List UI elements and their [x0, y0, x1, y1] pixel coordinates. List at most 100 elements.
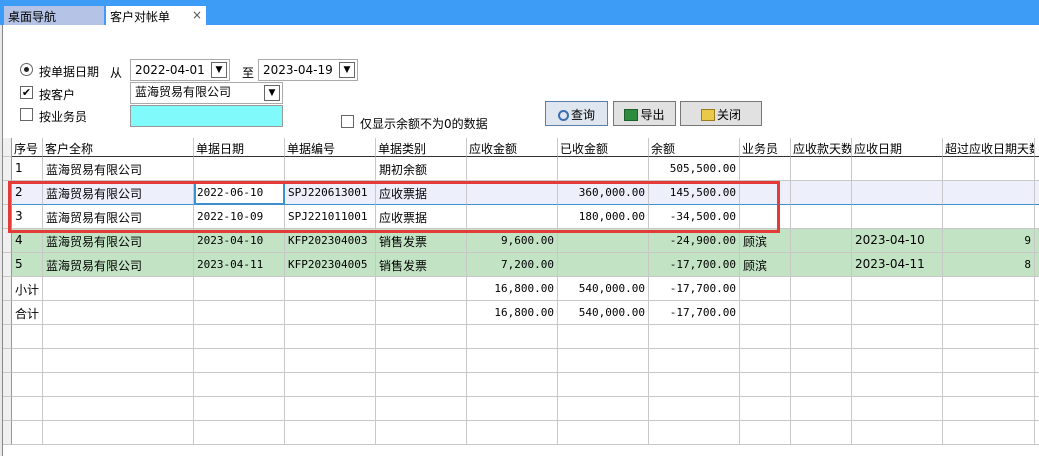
cell-customer[interactable]: 蓝海贸易有限公司 — [43, 253, 194, 277]
nonzero-only-checkbox[interactable] — [341, 115, 354, 128]
cell-received[interactable]: 360,000.00 — [558, 181, 649, 205]
cell-salesman[interactable] — [740, 181, 791, 205]
cell-balance[interactable]: -17,700.00 — [649, 301, 740, 325]
cell-overdue-days[interactable] — [943, 325, 1035, 349]
row-indicator[interactable] — [3, 181, 12, 205]
cell-salesman[interactable]: 顾滨 — [740, 253, 791, 277]
close-button[interactable]: 关闭 — [680, 101, 762, 126]
cell-extra[interactable] — [1035, 229, 1039, 253]
column-header-seq[interactable]: 序号 — [12, 138, 43, 157]
cell-received[interactable] — [558, 397, 649, 421]
row-indicator[interactable] — [3, 277, 12, 301]
cell-doc-no[interactable]: KFP202304005 — [285, 253, 376, 277]
cell-balance[interactable] — [649, 421, 740, 445]
cell-seq[interactable] — [12, 349, 43, 373]
table-row[interactable]: 3 蓝海贸易有限公司 2022-10-09 SPJ221011001 应收票据 180,0… — [3, 205, 1039, 229]
cell-date[interactable]: 2022-06-10 — [194, 181, 285, 205]
cell-extra[interactable] — [1035, 397, 1039, 421]
chevron-down-icon[interactable]: ▼ — [211, 62, 227, 78]
cell-received[interactable] — [558, 349, 649, 373]
cell-customer[interactable] — [43, 277, 194, 301]
cell-due-date[interactable] — [852, 349, 943, 373]
cell-doc-no[interactable] — [285, 157, 376, 181]
column-header-customer[interactable]: 客户全称 — [43, 138, 194, 157]
cell-balance[interactable]: -17,700.00 — [649, 253, 740, 277]
empty-row[interactable] — [3, 373, 1039, 397]
column-header-doc-type[interactable]: 单据类别 — [376, 138, 467, 157]
cell-overdue-days[interactable] — [943, 373, 1035, 397]
cell-receivable[interactable] — [467, 421, 558, 445]
column-header-doc-no[interactable]: 单据编号 — [285, 138, 376, 157]
cell-customer[interactable] — [43, 397, 194, 421]
cell-doc-type[interactable] — [376, 301, 467, 325]
table-row[interactable]: 小计 16,800.00 540,000.00 -17,700.00 — [3, 277, 1039, 301]
column-header-receivable[interactable]: 应收金额 — [467, 138, 558, 157]
cell-overdue-days[interactable]: 9 — [943, 229, 1035, 253]
chevron-down-icon[interactable]: ▼ — [264, 85, 280, 101]
cell-doc-no[interactable] — [285, 325, 376, 349]
cell-balance[interactable] — [649, 349, 740, 373]
cell-salesman[interactable] — [740, 301, 791, 325]
cell-extra[interactable] — [1035, 205, 1039, 229]
cell-date[interactable] — [194, 325, 285, 349]
from-date-picker[interactable]: 2022-04-01 ▼ — [130, 59, 230, 81]
cell-due-date[interactable] — [852, 205, 943, 229]
cell-extra[interactable] — [1035, 301, 1039, 325]
chevron-down-icon[interactable]: ▼ — [339, 62, 355, 78]
row-indicator[interactable] — [3, 325, 12, 349]
cell-seq[interactable] — [12, 421, 43, 445]
cell-seq[interactable]: 小计 — [12, 277, 43, 301]
row-indicator[interactable] — [3, 301, 12, 325]
empty-row[interactable] — [3, 325, 1039, 349]
tab-desktop-nav[interactable]: 桌面导航 — [4, 6, 104, 25]
cell-date[interactable]: 2022-10-09 — [194, 205, 285, 229]
cell-doc-no[interactable]: KFP202304003 — [285, 229, 376, 253]
column-header-due-date[interactable]: 应收日期 — [852, 138, 943, 157]
by-date-radio[interactable] — [20, 63, 33, 76]
cell-due-date[interactable] — [852, 301, 943, 325]
cell-overdue-days[interactable] — [943, 277, 1035, 301]
cell-doc-type[interactable] — [376, 421, 467, 445]
cell-due-date[interactable] — [852, 325, 943, 349]
cell-days[interactable] — [791, 157, 852, 181]
cell-days[interactable] — [791, 421, 852, 445]
cell-received[interactable]: 540,000.00 — [558, 277, 649, 301]
cell-overdue-days[interactable] — [943, 181, 1035, 205]
cell-days[interactable] — [791, 181, 852, 205]
cell-seq[interactable] — [12, 397, 43, 421]
empty-row[interactable] — [3, 397, 1039, 421]
cell-doc-type[interactable] — [376, 325, 467, 349]
empty-row[interactable] — [3, 421, 1039, 445]
column-header-received[interactable]: 已收金额 — [558, 138, 649, 157]
cell-overdue-days[interactable] — [943, 421, 1035, 445]
cell-due-date[interactable] — [852, 181, 943, 205]
cell-received[interactable] — [558, 157, 649, 181]
cell-received[interactable]: 540,000.00 — [558, 301, 649, 325]
cell-customer[interactable] — [43, 373, 194, 397]
table-row[interactable]: 2 蓝海贸易有限公司 2022-06-10 SPJ220613001 应收票据 360,0… — [3, 181, 1039, 205]
cell-days[interactable] — [791, 253, 852, 277]
cell-doc-type[interactable]: 销售发票 — [376, 229, 467, 253]
row-indicator[interactable] — [3, 373, 12, 397]
cell-receivable[interactable]: 16,800.00 — [467, 301, 558, 325]
cell-date[interactable] — [194, 421, 285, 445]
column-header-balance[interactable]: 余额 — [649, 138, 740, 157]
cell-receivable[interactable] — [467, 205, 558, 229]
by-salesman-checkbox[interactable] — [20, 108, 33, 121]
cell-overdue-days[interactable] — [943, 397, 1035, 421]
cell-overdue-days[interactable] — [943, 157, 1035, 181]
cell-date[interactable] — [194, 157, 285, 181]
cell-receivable[interactable] — [467, 181, 558, 205]
row-indicator[interactable] — [3, 157, 12, 181]
cell-salesman[interactable] — [740, 397, 791, 421]
cell-doc-no[interactable]: SPJ220613001 — [285, 181, 376, 205]
cell-extra[interactable] — [1035, 181, 1039, 205]
cell-due-date[interactable] — [852, 277, 943, 301]
tab-customer-statement[interactable]: 客户对帐单 × — [106, 6, 206, 25]
cell-receivable[interactable] — [467, 373, 558, 397]
cell-received[interactable] — [558, 325, 649, 349]
cell-doc-no[interactable] — [285, 301, 376, 325]
cell-days[interactable] — [791, 229, 852, 253]
cell-balance[interactable] — [649, 397, 740, 421]
cell-balance[interactable]: 145,500.00 — [649, 181, 740, 205]
